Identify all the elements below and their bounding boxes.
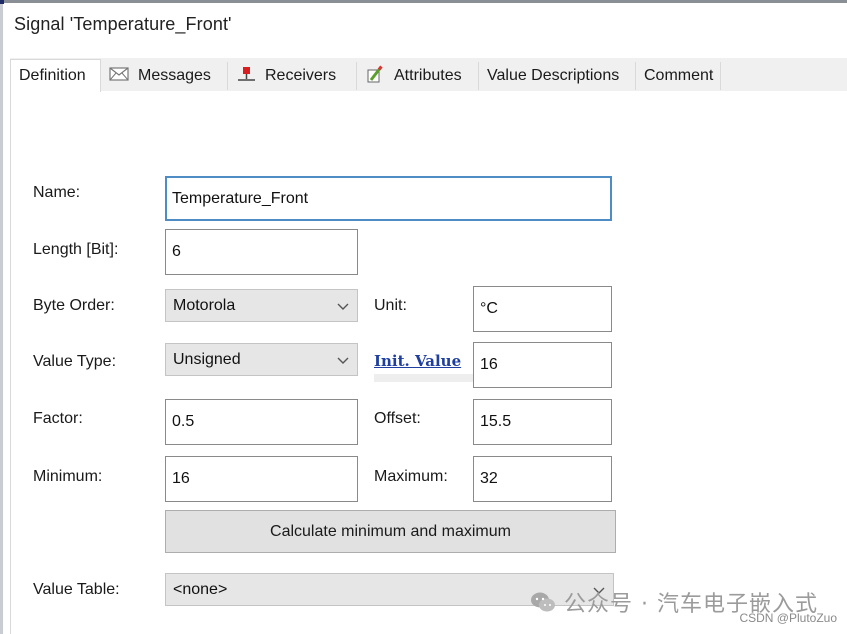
minimum-label: Minimum: [33, 468, 103, 485]
tab-receivers[interactable]: Receivers [228, 62, 357, 90]
byte-order-select[interactable]: Motorola [165, 289, 358, 322]
tab-definition[interactable]: Definition [10, 59, 101, 92]
offset-label: Offset: [374, 410, 421, 427]
value-type-select[interactable]: Unsigned [165, 343, 358, 376]
wechat-icon [531, 592, 555, 612]
factor-input[interactable] [165, 399, 358, 445]
value-type-value: Unsigned [173, 350, 241, 368]
byte-order-label: Byte Order: [33, 297, 115, 314]
minimum-input[interactable] [165, 456, 358, 502]
name-label: Name: [33, 184, 81, 201]
tab-label: Messages [138, 67, 211, 84]
tab-label: Comment [644, 67, 714, 84]
calculate-min-max-button[interactable]: Calculate minimum and maximum [165, 510, 616, 553]
chevron-down-icon [337, 357, 349, 364]
tab-label: Receivers [265, 67, 337, 84]
factor-label: Factor: [33, 410, 83, 427]
init-value-input[interactable] [473, 342, 612, 388]
maximum-label: Maximum: [374, 468, 448, 485]
tab-messages[interactable]: Messages [101, 62, 228, 90]
window-frame-top [0, 0, 847, 3]
csdn-credit: CSDN @PlutoZuo [739, 611, 837, 625]
value-table-label: Value Table: [33, 581, 120, 598]
chevron-down-icon [337, 303, 349, 310]
unit-input[interactable] [473, 286, 612, 332]
length-input[interactable] [165, 229, 358, 275]
byte-order-value: Motorola [173, 296, 236, 314]
edit-pencil-icon [365, 64, 385, 89]
tab-label: Value Descriptions [487, 67, 620, 84]
maximum-input[interactable] [473, 456, 612, 502]
window-frame-corner [0, 0, 4, 4]
tab-label: Attributes [394, 67, 462, 84]
value-type-label: Value Type: [33, 353, 117, 370]
tab-label: Definition [19, 67, 86, 84]
envelope-icon [109, 66, 129, 86]
length-label: Length [Bit]: [33, 241, 119, 258]
unit-label: Unit: [374, 297, 407, 314]
window-title: Signal 'Temperature_Front' [14, 14, 232, 34]
tab-attributes[interactable]: Attributes [357, 62, 479, 90]
tab-value-descriptions[interactable]: Value Descriptions [479, 62, 636, 90]
init-value-link[interactable]: Init. Value [374, 352, 474, 382]
window-frame-left [0, 0, 3, 634]
offset-input[interactable] [473, 399, 612, 445]
network-node-icon [236, 65, 256, 88]
tab-comment[interactable]: Comment [636, 62, 721, 90]
name-input[interactable] [165, 176, 612, 221]
